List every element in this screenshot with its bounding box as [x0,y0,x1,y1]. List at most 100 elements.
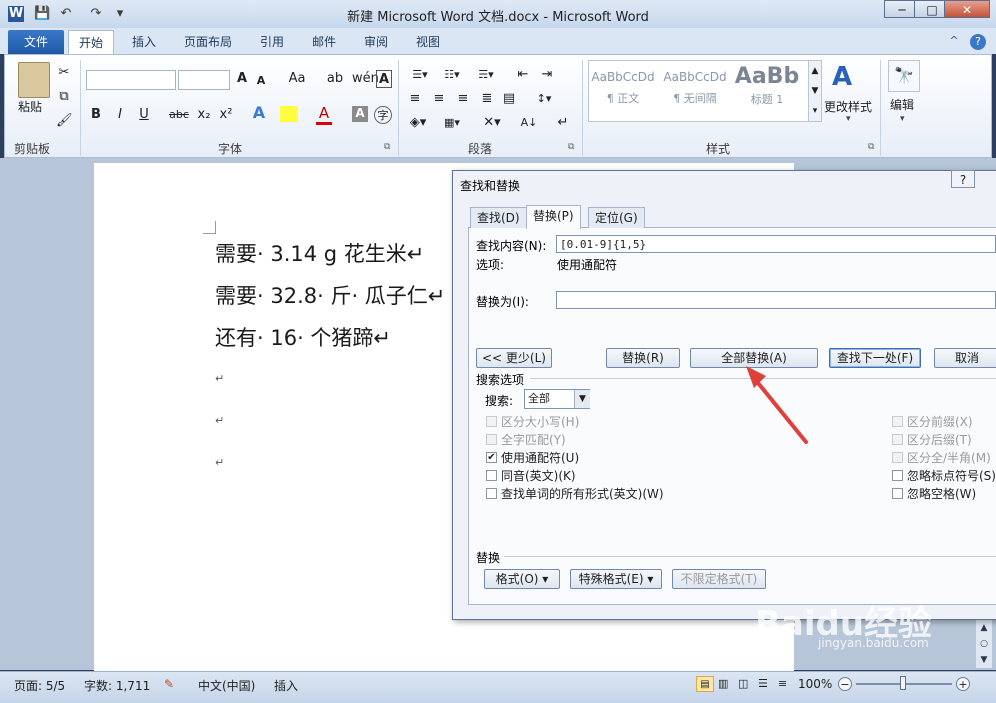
strikethrough-button[interactable]: abc [168,106,190,124]
help-icon[interactable]: ? [970,34,986,50]
zoom-slider-thumb[interactable] [900,676,906,690]
find-next-button[interactable]: 查找下一处(F) [829,348,921,368]
style-normal[interactable]: AaBbCcDd ¶ 正文 [590,62,656,114]
tab-view[interactable]: 视图 [406,30,450,54]
font-dialog-launcher-icon[interactable]: ⧉ [384,142,390,152]
distributed-icon[interactable]: ▤ [500,90,518,108]
italic-button[interactable]: I [112,106,128,124]
word-count[interactable]: 字数: 1,711 [84,677,150,694]
styles-scroll-icon[interactable]: ▲ ▼ ▾ [808,60,822,122]
copy-icon[interactable]: ⧉ [56,88,72,106]
cancel-button[interactable]: 取消 [934,348,996,368]
multilevel-list-icon[interactable]: ☴▾ [474,66,498,84]
match-case-checkbox[interactable] [486,416,497,427]
language-indicator[interactable]: 中文(中国) [198,677,255,694]
font-name-combo[interactable] [86,70,176,90]
grow-font-icon[interactable]: A [234,70,250,88]
minimize-ribbon-icon[interactable]: ^ [946,34,962,50]
close-window-button[interactable]: ✕ [944,0,990,18]
no-formatting-button[interactable]: 不限定格式(T) [672,569,766,589]
find-input[interactable]: [0.01-9]{1,5} [556,235,996,253]
web-layout-view-icon[interactable]: ◫ [738,677,748,690]
shrink-font-icon[interactable]: A [254,72,268,90]
page-nav-icons[interactable]: ▲ ○ ▼ [976,620,992,668]
chinese-layout-icon[interactable]: ✕▾ [480,114,504,132]
editing-button[interactable]: 编辑 [890,96,914,113]
tab-mailings[interactable]: 邮件 [302,30,346,54]
paragraph-dialog-launcher-icon[interactable]: ⧉ [568,142,574,152]
font-color-icon[interactable]: A [316,104,332,125]
superscript-button[interactable]: x² [218,106,234,124]
justify-icon[interactable]: ≣ [478,90,496,108]
binoculars-icon[interactable]: 🔭 [888,60,920,92]
paste-icon[interactable] [18,62,50,98]
tab-find[interactable]: 查找(D) [470,207,527,228]
subscript-button[interactable]: x₂ [196,106,212,124]
whole-word-checkbox[interactable] [486,434,497,445]
all-word-forms-checkbox[interactable] [486,488,497,499]
paste-button-label[interactable]: 粘贴 [18,98,42,115]
format-button[interactable]: 格式(O) ▾ [484,569,560,589]
document-line[interactable]: 需要· 32.8· 斤· 瓜子仁↵ [215,280,445,310]
change-styles-button[interactable]: 更改样式 [824,98,872,115]
borders-icon[interactable]: ▦▾ [440,114,464,132]
tab-references[interactable]: 引用 [250,30,294,54]
replace-button[interactable]: 替换(R) [606,348,680,368]
sounds-like-checkbox[interactable] [486,470,497,481]
outline-view-icon[interactable]: ☰ [758,677,768,690]
clear-formatting-icon[interactable]: ab [326,70,344,88]
less-button[interactable]: << 更少(L) [476,348,552,368]
wildcards-checkbox[interactable]: ✔ [486,452,497,463]
insert-mode-indicator[interactable]: 插入 [274,677,298,694]
dialog-help-button[interactable]: ? [951,170,975,188]
cut-icon[interactable]: ✂ [56,64,72,82]
ignore-punctuation-checkbox[interactable] [892,470,903,481]
styles-dialog-launcher-icon[interactable]: ⧉ [868,142,874,152]
phonetic-guide-icon[interactable]: wén [352,70,379,88]
document-line[interactable]: 需要· 3.14 g 花生米↵ [215,238,424,268]
underline-button[interactable]: U [136,106,152,124]
tab-home[interactable]: 开始 [68,30,115,55]
text-effects-icon[interactable]: A [250,104,268,122]
align-right-icon[interactable]: ≡ [454,90,472,108]
increase-indent-icon[interactable]: ⇥ [538,66,556,84]
print-layout-view-icon[interactable]: ▤ [696,676,714,692]
decrease-indent-icon[interactable]: ⇤ [514,66,532,84]
zoom-out-icon[interactable]: − [838,677,852,691]
proofing-icon[interactable]: ✎ [164,677,174,691]
style-no-spacing[interactable]: AaBbCcDd ¶ 无间隔 [662,62,728,114]
tab-insert[interactable]: 插入 [122,30,166,54]
tab-file[interactable]: 文件 [8,30,64,54]
zoom-level[interactable]: 100% [798,677,832,691]
tab-goto[interactable]: 定位(G) [588,207,645,228]
chevron-down-icon[interactable]: ▼ [574,390,590,408]
draft-view-icon[interactable]: ≡ [778,677,787,690]
page-count[interactable]: 页面: 5/5 [14,677,65,694]
character-shading-icon[interactable]: A [352,106,368,122]
align-left-icon[interactable]: ≡ [406,90,424,108]
ignore-space-checkbox[interactable] [892,488,903,499]
zoom-in-icon[interactable]: + [956,677,970,691]
align-center-icon[interactable]: ≡ [430,90,448,108]
match-suffix-checkbox[interactable] [892,434,903,445]
bullets-icon[interactable]: ☰▾ [408,66,432,84]
numbering-icon[interactable]: ☷▾ [440,66,464,84]
document-line[interactable]: 还有· 16· 个猪蹄↵ [215,322,391,352]
line-spacing-icon[interactable]: ↕▾ [532,90,556,108]
change-case-icon[interactable]: Aa [286,70,308,88]
show-marks-icon[interactable]: ↵ [556,114,570,132]
change-styles-icon[interactable]: A [832,62,852,92]
bold-button[interactable]: B [88,106,104,124]
special-format-button[interactable]: 特殊格式(E) ▾ [570,569,662,589]
sort-icon[interactable]: A↓ [520,114,538,132]
tab-page-layout[interactable]: 页面布局 [174,30,242,54]
tab-replace[interactable]: 替换(P) [526,205,581,229]
format-painter-icon[interactable]: 🖌 [56,112,73,130]
replace-input[interactable] [556,291,996,309]
tab-review[interactable]: 审阅 [354,30,398,54]
character-border-icon[interactable]: A [376,70,392,88]
enclose-characters-icon[interactable]: 字 [374,106,392,124]
match-width-checkbox[interactable] [892,452,903,463]
full-screen-view-icon[interactable]: ▥ [718,677,728,690]
font-size-combo[interactable] [178,70,230,90]
